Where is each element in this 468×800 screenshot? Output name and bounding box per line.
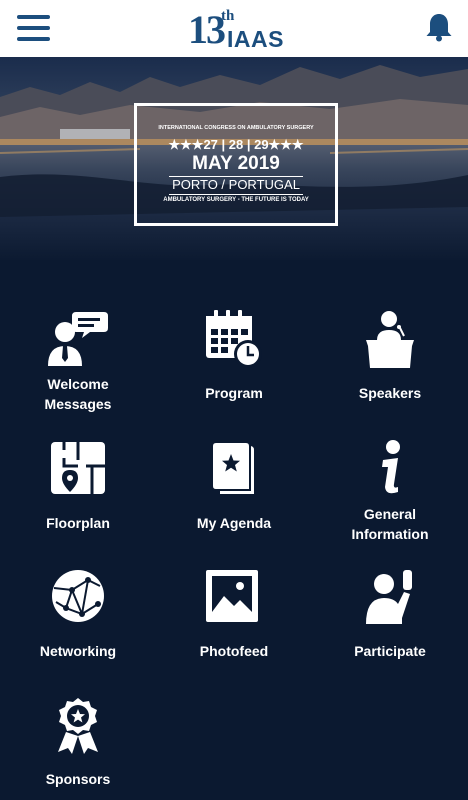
event-tagline: AMBULATORY SURGERY - THE FUTURE IS TODAY <box>163 197 309 203</box>
congress-subtitle: INTERNATIONAL CONGRESS ON AMBULATORY SUR… <box>158 125 314 131</box>
tile-floorplan[interactable]: Floorplan <box>0 440 156 560</box>
network-globe-icon <box>52 570 104 622</box>
speaker-podium-icon <box>366 311 414 368</box>
tile-label: Sponsors <box>45 771 111 787</box>
divider <box>169 194 303 195</box>
tile-label: My Agenda <box>196 515 272 531</box>
tile-label: Speakers <box>358 385 422 401</box>
bell-icon[interactable] <box>425 12 453 42</box>
event-info-frame: INTERNATIONAL CONGRESS ON AMBULATORY SUR… <box>134 103 338 226</box>
tile-label: Program <box>205 385 263 401</box>
tile-label: Networking <box>39 643 117 659</box>
tile-label: Welcome Messages <box>44 376 112 412</box>
tile-label: Floorplan <box>46 515 110 531</box>
event-banner: INTERNATIONAL CONGRESS ON AMBULATORY SUR… <box>0 57 468 260</box>
tile-label: Participate <box>354 643 426 659</box>
top-app-bar: 13 th IAAS <box>0 0 468 57</box>
iaas-logo: 13 th IAAS <box>188 4 284 52</box>
tile-my-agenda[interactable]: My Agenda <box>156 440 312 560</box>
photo-icon <box>206 570 258 622</box>
tile-photofeed[interactable]: Photofeed <box>156 568 312 688</box>
tile-networking[interactable]: Networking <box>0 568 156 688</box>
tile-label: General Information <box>351 506 429 542</box>
logo-suffix: th <box>221 8 235 24</box>
event-location: PORTO / PORTUGAL <box>172 177 300 192</box>
agenda-book-icon <box>211 441 254 494</box>
tile-speakers[interactable]: Speakers <box>312 310 468 430</box>
tile-welcome-messages[interactable]: Welcome Messages <box>0 310 156 430</box>
raised-hand-icon <box>366 570 412 624</box>
logo-word: IAAS <box>227 26 284 52</box>
tile-program[interactable]: Program <box>156 310 312 430</box>
info-icon <box>382 440 400 494</box>
floorplan-map-icon <box>51 442 105 494</box>
logo-number: 13 <box>188 7 226 52</box>
hamburger-menu-icon[interactable] <box>17 15 50 41</box>
event-dates: ★★★27 | 28 | 29★★★ <box>168 137 304 152</box>
tile-label: Photofeed <box>199 643 269 659</box>
tile-general-information[interactable]: General Information <box>312 440 468 560</box>
calendar-clock-icon <box>206 310 262 368</box>
tile-participate[interactable]: Participate <box>312 568 468 688</box>
tile-sponsors[interactable]: Sponsors <box>0 696 156 800</box>
welcome-messages-icon <box>48 312 108 366</box>
event-month: MAY 2019 <box>192 153 280 174</box>
award-ribbon-icon <box>58 698 98 754</box>
